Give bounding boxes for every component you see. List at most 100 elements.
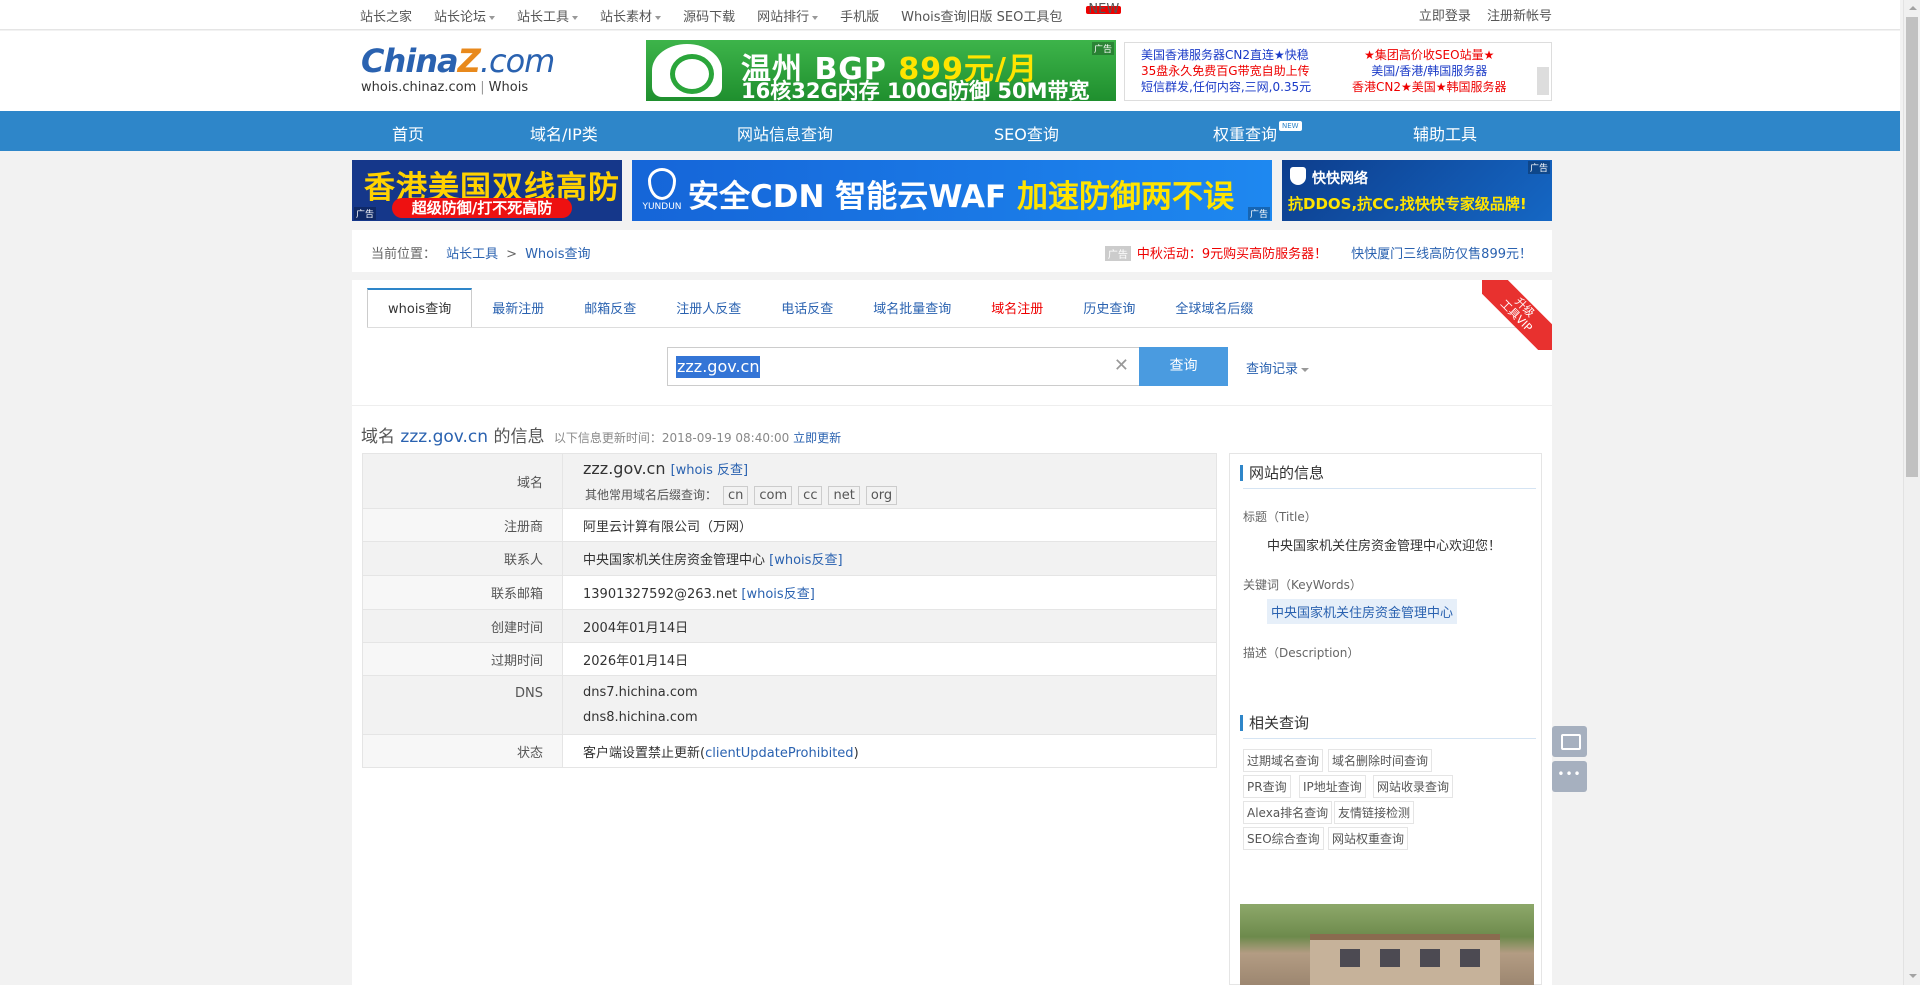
page-scrollbar[interactable] [1903, 0, 1920, 985]
ad-text-link[interactable]: 美国香港服务器CN2直连★快稳 [1141, 47, 1311, 63]
tab-batch-query[interactable]: 域名批量查询 [853, 288, 971, 328]
suffix-com[interactable]: com [754, 485, 793, 505]
ad-text-link[interactable]: 短信群发,任何内容,三网,0.35元 [1141, 79, 1311, 95]
related-link[interactable]: 域名删除时间查询 [1328, 749, 1433, 772]
more-icon[interactable] [1552, 761, 1587, 792]
ad-text-link[interactable]: 美国/香港/韩国服务器 [1352, 63, 1507, 79]
related-link[interactable]: 友情链接检测 [1334, 801, 1415, 824]
related-link[interactable]: 网站收录查询 [1373, 775, 1454, 798]
nav-seo[interactable]: SEO查询 [994, 121, 1059, 145]
row-value: zzz.gov.cn [whois 反查] 其他常用域名后缀查询： cn com cc… [562, 453, 1217, 509]
title-suffix: 的信息 [493, 427, 545, 447]
status-code-link[interactable]: clientUpdateProhibited [705, 746, 853, 761]
idc-logo-icon [652, 44, 722, 97]
keywords-label: 关键词（KeyWords） [1243, 578, 1362, 592]
email-value: 13901327592@263.net [583, 587, 738, 602]
scroll-down-icon[interactable] [1904, 968, 1920, 985]
chinaz-logo[interactable]: ChinaZ.com whois.chinaz.com | Whois [361, 42, 556, 95]
ad-bgp-banner[interactable]: 温州 BGP 899元/月 16核32G内存 100G防御 50M带宽 广告 [646, 40, 1116, 101]
table-row: 注册商 阿里云计算有限公司（万网） [362, 508, 1217, 542]
tool-tabs: whois查询 最新注册 邮箱反查 注册人反查 电话反查 域名批量查询 域名注册… [367, 288, 1273, 328]
related-link[interactable]: 网站权重查询 [1328, 827, 1409, 850]
tab-registrant-reverse[interactable]: 注册人反查 [656, 288, 761, 328]
clear-icon[interactable]: ✕ [1114, 356, 1129, 376]
top-link-source[interactable]: 源码下载 [683, 6, 735, 25]
site-screenshot-image[interactable] [1240, 904, 1534, 985]
scroll-up-icon[interactable] [1904, 0, 1920, 17]
suffix-label: 其他常用域名后缀查询： [585, 487, 718, 502]
search-box: zzz.gov.cn ✕ [667, 347, 1140, 386]
ad-text-col1: 美国香港服务器CN2直连★快稳 35盘永久免费百G带宽自助上传 短信群发,任何内… [1141, 47, 1311, 95]
title-label: 标题（Title） [1243, 510, 1317, 524]
nav-domain-ip[interactable]: 域名/IP类 [530, 121, 598, 145]
tab-whois[interactable]: whois查询 [367, 288, 473, 328]
top-link-rank[interactable]: 网站排行 [757, 6, 818, 25]
related-link[interactable]: SEO综合查询 [1243, 827, 1324, 850]
logo-sub-name: Whois [488, 80, 529, 95]
feedback-icon[interactable] [1552, 726, 1587, 757]
tab-domain-register[interactable]: 域名注册 [971, 288, 1063, 328]
whois-reverse-link[interactable]: [whois反查] [741, 587, 814, 602]
nav-home[interactable]: 首页 [392, 121, 424, 145]
suffix-cc[interactable]: cc [798, 485, 823, 505]
ad-hk-banner[interactable]: 香港美国双线高防 超级防御/打不死高防 广告 [352, 160, 622, 221]
logo-part-com: .com [479, 42, 556, 80]
status-text: 客户端设置禁止更新( [583, 745, 706, 761]
whois-reverse-link[interactable]: [whois 反查] [671, 463, 749, 478]
table-row: 联系邮箱 13901327592@263.net [whois反查] [362, 575, 1217, 610]
keyword-tag[interactable]: 中央国家机关住房资金管理中心 [1267, 599, 1458, 624]
page-title: 域名 zzz.gov.cn 的信息 以下信息更新时间：2018-09-19 08… [361, 422, 841, 447]
logo-subtitle: whois.chinaz.com | Whois [361, 80, 554, 95]
query-history-dropdown[interactable]: 查询记录 [1246, 358, 1309, 377]
query-button[interactable]: 查询 [1139, 347, 1228, 386]
related-link[interactable]: Alexa排名查询 [1243, 801, 1333, 824]
ad-label: 广告 [1091, 42, 1114, 55]
domain-value: zzz.gov.cn [whois 反查] [583, 458, 1216, 482]
top-link-forum[interactable]: 站长论坛 [434, 6, 495, 25]
tab-newly-registered[interactable]: 最新注册 [472, 288, 564, 328]
update-now-link[interactable]: 立即更新 [793, 431, 841, 445]
suffix-org[interactable]: org [865, 485, 898, 505]
promo-link-red[interactable]: 中秋活动：9元购买高防服务器！ [1137, 247, 1327, 262]
vip-ribbon[interactable]: 升级 工具VIP [1482, 280, 1552, 350]
top-link-home[interactable]: 站长之家 [360, 6, 412, 25]
login-link[interactable]: 立即登录 [1419, 9, 1471, 24]
ad-cdn-banner[interactable]: YUNDUN 安全CDN 智能云WAF 加速防御两不误 广告 [632, 160, 1272, 221]
tab-global-suffix[interactable]: 全球域名后缀 [1155, 288, 1273, 328]
related-link[interactable]: PR查询 [1243, 775, 1291, 798]
top-link-assets[interactable]: 站长素材 [600, 6, 661, 25]
scroll-thumb[interactable] [1906, 17, 1918, 477]
related-link[interactable]: IP地址查询 [1299, 775, 1366, 798]
tab-history[interactable]: 历史查询 [1063, 288, 1155, 328]
related-link[interactable]: 过期域名查询 [1243, 749, 1324, 772]
ad-text-link[interactable]: 香港CN2★美国★韩国服务器 [1352, 79, 1507, 95]
top-bar-inner: 站长之家 站长论坛 站长工具 站长素材 源码下载 网站排行 手机版 Whois查… [352, 0, 1552, 30]
search-input[interactable]: zzz.gov.cn [676, 356, 761, 378]
tab-phone-reverse[interactable]: 电话反查 [761, 288, 853, 328]
suffix-net[interactable]: net [828, 485, 860, 505]
breadcrumb-whois[interactable]: Whois查询 [525, 247, 590, 262]
shield-icon [1290, 167, 1306, 185]
register-link[interactable]: 注册新帐号 [1487, 9, 1552, 24]
top-link-mobile[interactable]: 手机版 [840, 6, 879, 25]
ad-text-link[interactable]: 35盘永久免费百G带宽自助上传 [1141, 63, 1311, 79]
suffix-cn[interactable]: cn [723, 485, 749, 505]
new-badge: NEW [1279, 121, 1302, 131]
ad-label: 广告 [354, 207, 377, 220]
nav-weight[interactable]: 权重查询 NEW [1213, 121, 1302, 145]
breadcrumb-tools[interactable]: 站长工具 [446, 247, 498, 262]
whois-reverse-link[interactable]: [whois反查] [769, 553, 842, 568]
table-row: 创建时间 2004年01月14日 [362, 609, 1217, 643]
suffix-row: 其他常用域名后缀查询： cn com cc net org [583, 485, 1216, 505]
nav-site-info[interactable]: 网站信息查询 [737, 121, 833, 145]
logo-sub-sep: | [480, 80, 485, 95]
row-key: 过期时间 [362, 642, 563, 676]
ad-kuaikuai-banner[interactable]: 快快网络 抗DDOS,抗CC,找快快专家级品牌! 广告 [1282, 160, 1552, 221]
nav-aux-tools[interactable]: 辅助工具 [1413, 121, 1477, 145]
top-link-tools[interactable]: 站长工具 [517, 6, 578, 25]
tab-email-reverse[interactable]: 邮箱反查 [564, 288, 656, 328]
ad-text-link[interactable]: ★集团高价收SEO站量★ [1352, 47, 1507, 63]
title-domain[interactable]: zzz.gov.cn [400, 427, 488, 447]
top-link-old-whois[interactable]: Whois查询旧版 SEO工具包 NEW [901, 3, 1143, 25]
promo-link-blue[interactable]: 快快厦门三线高防仅售899元！ [1351, 247, 1532, 262]
